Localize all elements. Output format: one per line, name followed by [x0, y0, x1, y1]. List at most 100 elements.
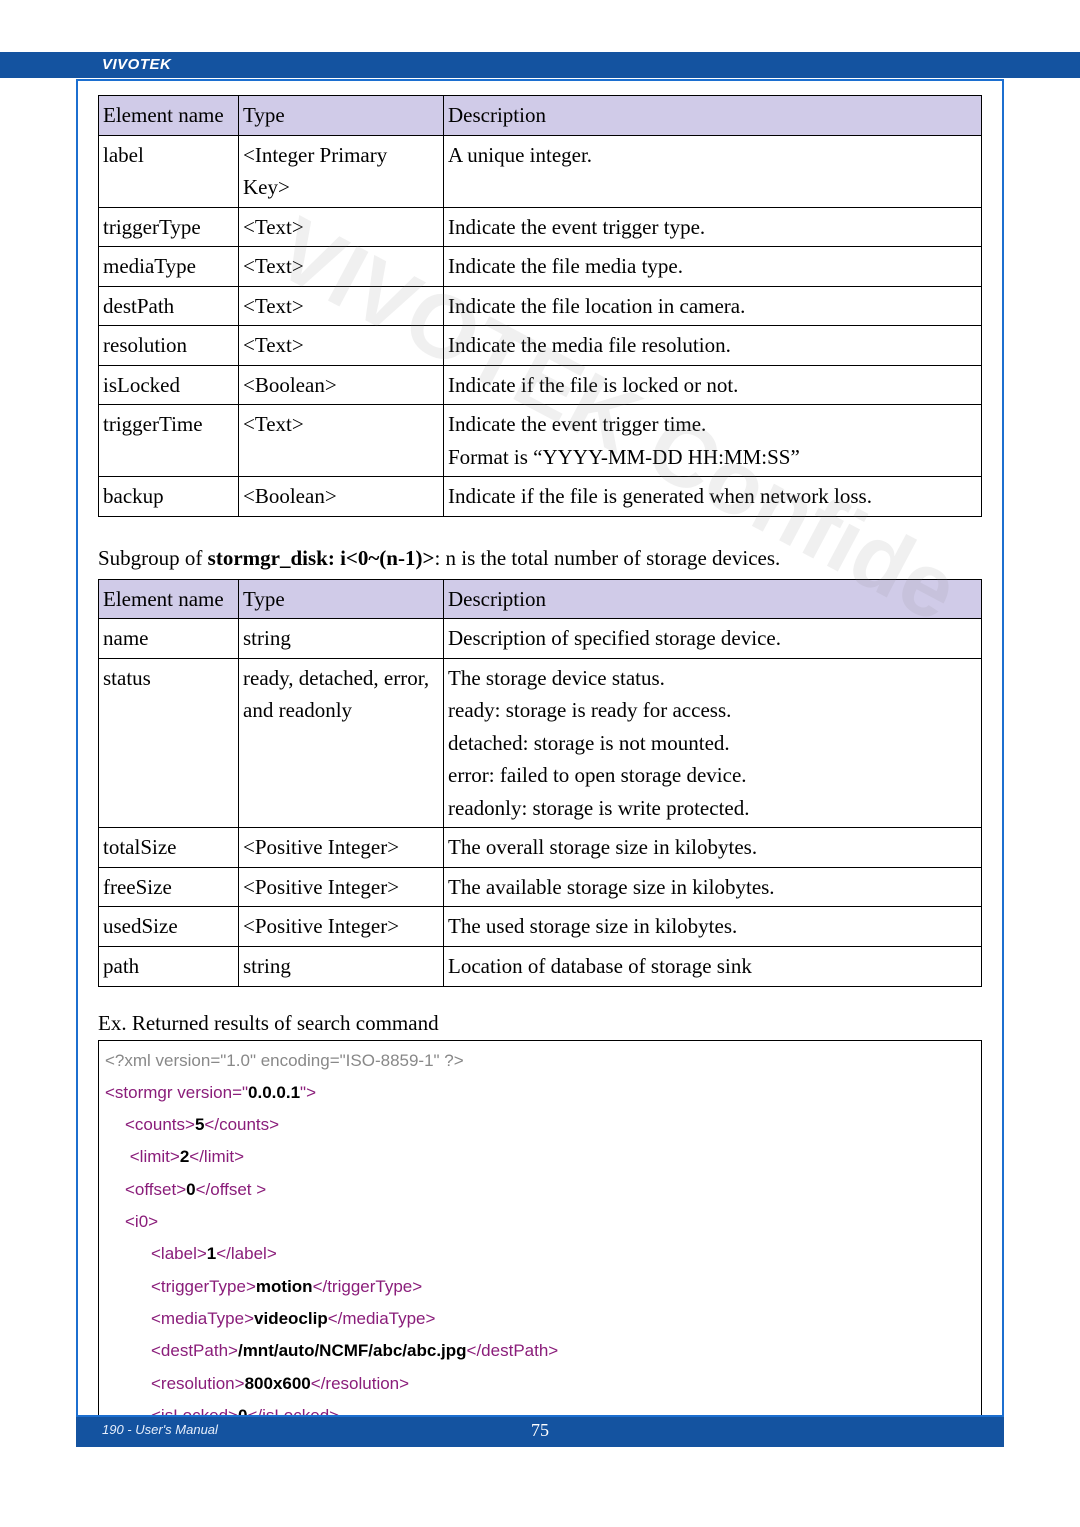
td: The overall storage size in kilobytes. [444, 828, 982, 868]
td: Indicate the event trigger type. [444, 207, 982, 247]
xml-tag: <isLocked> [151, 1406, 238, 1417]
table-row: destPath<Text>Indicate the file location… [99, 286, 982, 326]
td: Description of specified storage device. [444, 619, 982, 659]
td: Indicate if the file is generated when n… [444, 477, 982, 517]
page-root: VIVOTEK Element name Type Description la… [0, 0, 1080, 1527]
xml-tag: <i0> [125, 1212, 158, 1231]
elements-table-1: Element name Type Description label<Inte… [98, 95, 982, 517]
xml-text: 2 [180, 1147, 189, 1166]
th: Type [239, 579, 444, 619]
td: <Integer Primary Key> [239, 135, 444, 207]
td: isLocked [99, 365, 239, 405]
td: Indicate if the file is locked or not. [444, 365, 982, 405]
xml-tag: </offset > [196, 1180, 267, 1199]
td: status [99, 658, 239, 828]
xml-text: 0 [186, 1180, 195, 1199]
td: destPath [99, 286, 239, 326]
td: Location of database of storage sink [444, 946, 982, 986]
xml-pi: <?xml version="1.0" encoding="ISO-8859-1… [105, 1051, 464, 1070]
td: usedSize [99, 907, 239, 947]
td: Indicate the event trigger time. Format … [444, 405, 982, 477]
td: The used storage size in kilobytes. [444, 907, 982, 947]
subgroup-prefix: Subgroup of [98, 546, 208, 570]
table-row: triggerTime<Text>Indicate the event trig… [99, 405, 982, 477]
td: The available storage size in kilobytes. [444, 867, 982, 907]
td: string [239, 619, 444, 659]
table-row: backup<Boolean>Indicate if the file is g… [99, 477, 982, 517]
subgroup-heading: Subgroup of stormgr_disk: i<0~(n-1)>: n … [98, 543, 982, 575]
xml-tag: </counts> [204, 1115, 279, 1134]
table-row: resolution<Text>Indicate the media file … [99, 326, 982, 366]
table-row: usedSize<Positive Integer>The used stora… [99, 907, 982, 947]
xml-text: 0.0.0.1 [248, 1083, 300, 1102]
td: resolution [99, 326, 239, 366]
th: Type [239, 96, 444, 136]
td: <Text> [239, 405, 444, 477]
td: string [239, 946, 444, 986]
td: Indicate the file location in camera. [444, 286, 982, 326]
xml-tag: </label> [216, 1244, 277, 1263]
td: triggerType [99, 207, 239, 247]
table-row: label<Integer Primary Key>A unique integ… [99, 135, 982, 207]
td: mediaType [99, 247, 239, 287]
td: label [99, 135, 239, 207]
xml-text: videoclip [254, 1309, 328, 1328]
subgroup-bold: stormgr_disk: i<0~(n-1)> [208, 546, 435, 570]
td: totalSize [99, 828, 239, 868]
td: The storage device status. ready: storag… [444, 658, 982, 828]
footer-page-number: 75 [0, 1420, 1080, 1441]
xml-tag: <resolution> [151, 1374, 245, 1393]
xml-tag: <offset> [125, 1180, 186, 1199]
xml-tag: </limit> [189, 1147, 244, 1166]
table-row: isLocked<Boolean>Indicate if the file is… [99, 365, 982, 405]
content-frame: Element name Type Description label<Inte… [76, 79, 1004, 1417]
xml-tag: <destPath> [151, 1341, 238, 1360]
td: name [99, 619, 239, 659]
xml-tag: <limit> [130, 1147, 180, 1166]
td: Indicate the file media type. [444, 247, 982, 287]
xml-text: /mnt/auto/NCMF/abc/abc.jpg [238, 1341, 467, 1360]
xml-tag: </resolution> [311, 1374, 409, 1393]
table-row: mediaType<Text>Indicate the file media t… [99, 247, 982, 287]
xml-tag: <counts> [125, 1115, 195, 1134]
xml-tag: <mediaType> [151, 1309, 254, 1328]
td: <Text> [239, 247, 444, 287]
table-row: totalSize<Positive Integer>The overall s… [99, 828, 982, 868]
xml-text: 1 [207, 1244, 216, 1263]
th: Element name [99, 579, 239, 619]
td: <Text> [239, 286, 444, 326]
example-heading: Ex. Returned results of search command [98, 1011, 982, 1036]
td: backup [99, 477, 239, 517]
td: path [99, 946, 239, 986]
xml-tag: <stormgr version=" [105, 1083, 248, 1102]
td: Indicate the media file resolution. [444, 326, 982, 366]
xml-tag: "> [300, 1083, 316, 1102]
td: <Positive Integer> [239, 907, 444, 947]
elements-table-2: Element name Type Description namestring… [98, 579, 982, 987]
xml-tag: </isLocked> [247, 1406, 339, 1417]
td: <Positive Integer> [239, 828, 444, 868]
xml-tag: </destPath> [467, 1341, 559, 1360]
brand-text: VIVOTEK [0, 52, 1080, 73]
header-bar: VIVOTEK [0, 52, 1080, 78]
td: <Positive Integer> [239, 867, 444, 907]
xml-example: <?xml version="1.0" encoding="ISO-8859-1… [98, 1040, 982, 1417]
xml-tag: <label> [151, 1244, 207, 1263]
table-row: freeSize<Positive Integer>The available … [99, 867, 982, 907]
table-row: statusready, detached, error, and readon… [99, 658, 982, 828]
td: A unique integer. [444, 135, 982, 207]
td: <Boolean> [239, 365, 444, 405]
table-header-row: Element name Type Description [99, 579, 982, 619]
table-row: namestringDescription of specified stora… [99, 619, 982, 659]
td: <Text> [239, 326, 444, 366]
xml-text: 5 [195, 1115, 204, 1134]
subgroup-suffix: : n is the total number of storage devic… [434, 546, 780, 570]
xml-text: motion [256, 1277, 313, 1296]
th: Element name [99, 96, 239, 136]
table-row: triggerType<Text>Indicate the event trig… [99, 207, 982, 247]
td: freeSize [99, 867, 239, 907]
td: <Boolean> [239, 477, 444, 517]
td: triggerTime [99, 405, 239, 477]
th: Description [444, 96, 982, 136]
table-header-row: Element name Type Description [99, 96, 982, 136]
